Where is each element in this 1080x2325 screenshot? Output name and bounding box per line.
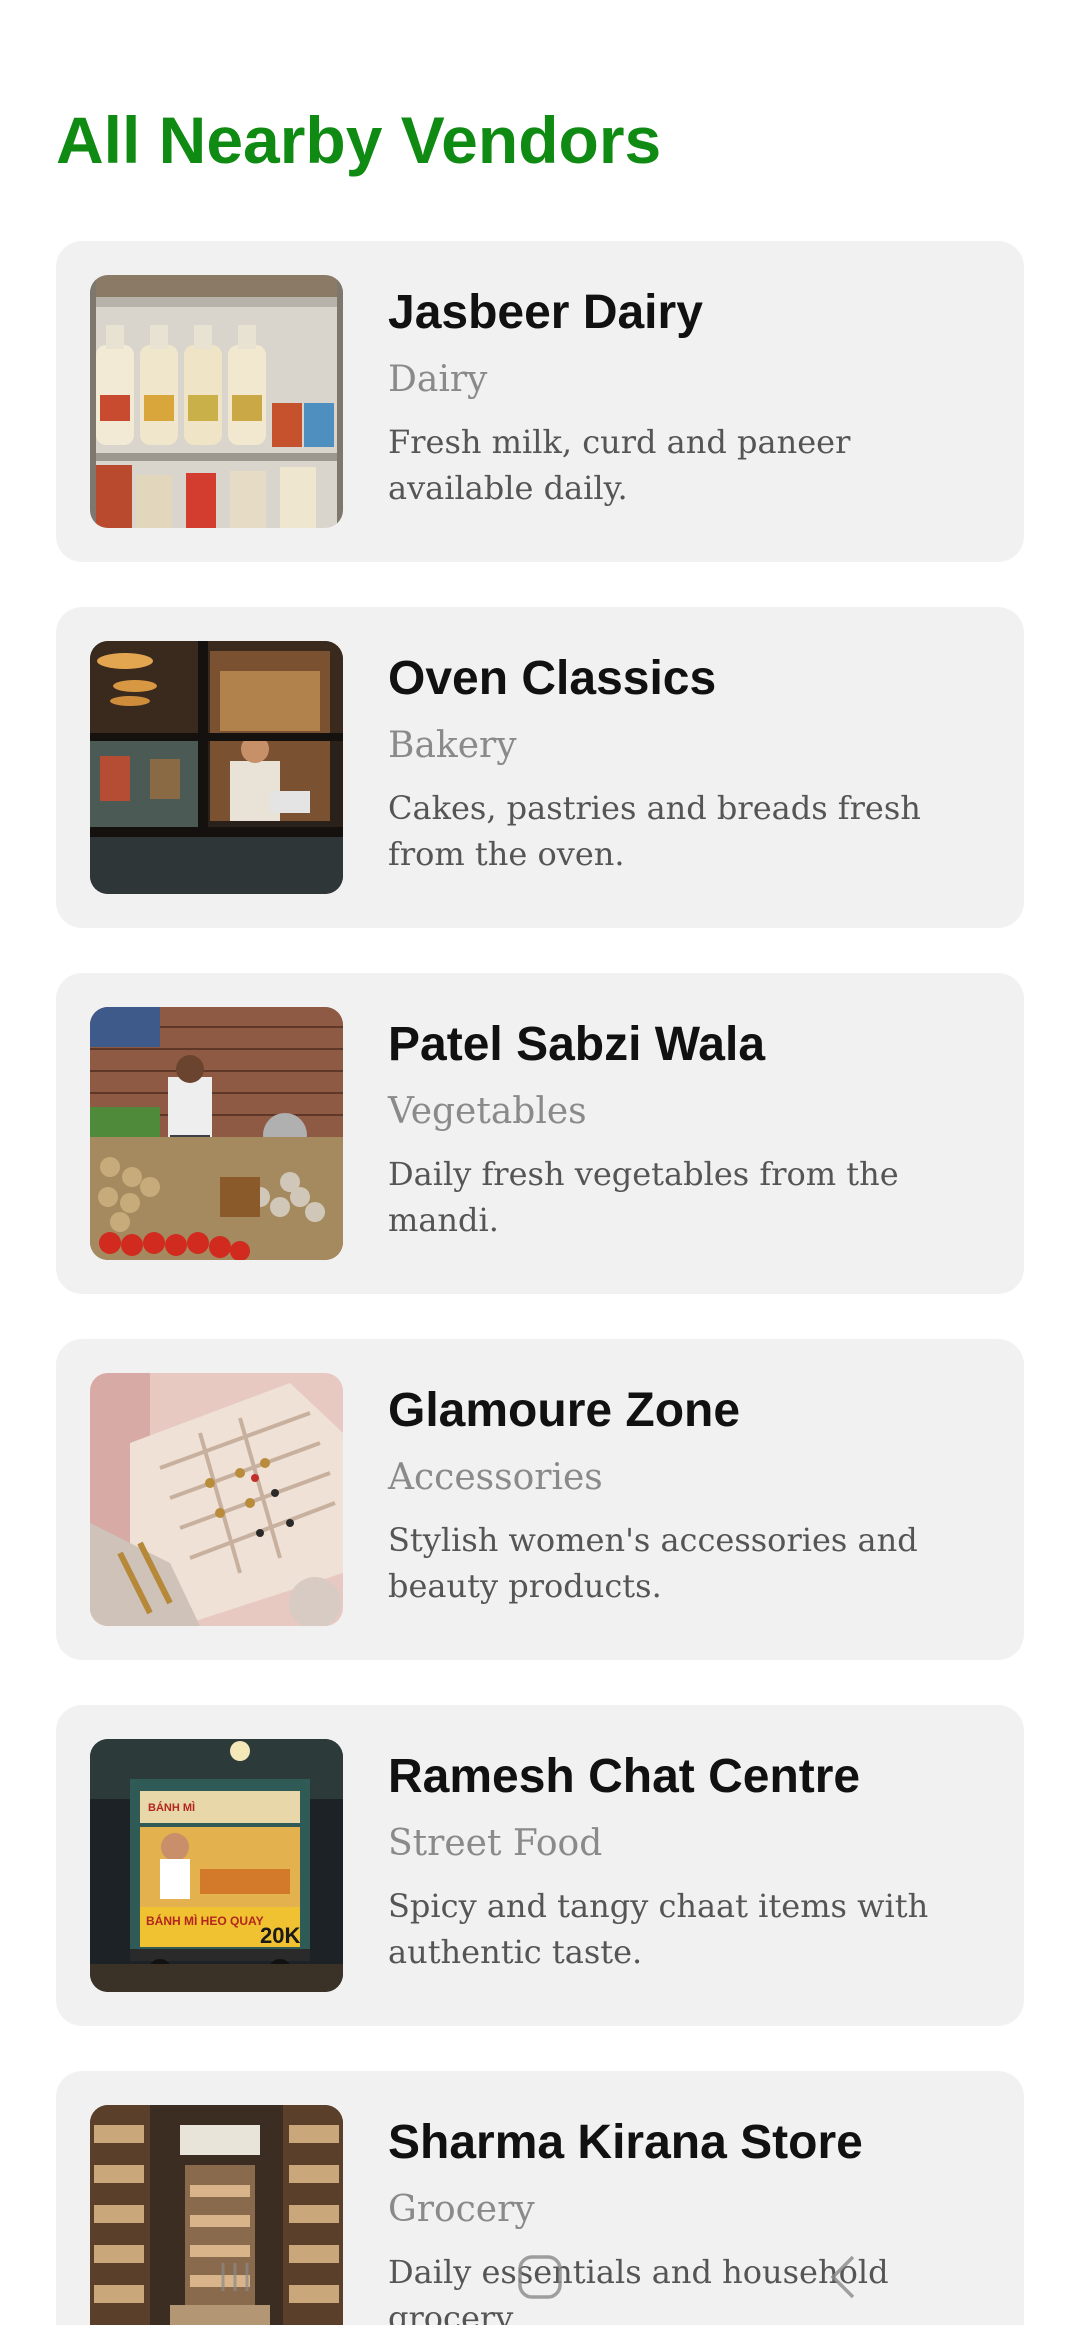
vendor-name: Oven Classics (388, 652, 717, 705)
vendor-image: BÁNH MÌ BÁNH MÌ HEO QUAY 20K (90, 1739, 343, 1992)
vendor-list: Jasbeer Dairy Dairy Fresh milk, curd and… (56, 241, 1024, 2325)
vendor-image (90, 275, 343, 528)
back-icon (830, 2255, 855, 2299)
vendor-card[interactable]: BÁNH MÌ BÁNH MÌ HEO QUAY 20K Ramesh Chat… (56, 1705, 1024, 2026)
street-food-cart-photo: BÁNH MÌ BÁNH MÌ HEO QUAY 20K (90, 1739, 343, 1992)
vendor-description: Daily fresh vegetables from the mandi. (388, 1155, 899, 1239)
svg-text:BÁNH MÌ HEO QUAY: BÁNH MÌ HEO QUAY (146, 1913, 264, 1928)
vendor-name: Jasbeer Dairy (388, 286, 703, 339)
vendor-category: Street Food (388, 1823, 603, 1864)
home-button[interactable] (500, 2237, 580, 2317)
back-button[interactable] (805, 2237, 885, 2317)
vendor-category: Dairy (388, 359, 488, 400)
vendor-card[interactable]: Jasbeer Dairy Dairy Fresh milk, curd and… (56, 241, 1024, 562)
jewelry-box-photo (90, 1373, 343, 1626)
svg-text:20K: 20K (260, 1923, 300, 1948)
home-icon (518, 2255, 562, 2299)
bakery-window-photo (90, 641, 343, 894)
vendor-description: Stylish women's accessories and beauty p… (388, 1521, 918, 1605)
vendor-name: Ramesh Chat Centre (388, 1750, 861, 1803)
vendor-name: Glamoure Zone (388, 1384, 741, 1437)
vendor-image (90, 641, 343, 894)
milk-bottles-photo (90, 275, 343, 528)
vendor-image (90, 1373, 343, 1626)
vendor-info: Patel Sabzi Wala Vegetables Daily fresh … (388, 1015, 994, 1243)
recents-icon (221, 2263, 249, 2291)
vendor-image (90, 1007, 343, 1260)
system-nav-bar (0, 2225, 1080, 2325)
vendor-description: Spicy and tangy chaat items with authent… (388, 1887, 929, 1971)
recents-button[interactable] (195, 2237, 275, 2317)
vendor-info: Jasbeer Dairy Dairy Fresh milk, curd and… (388, 283, 994, 511)
vegetable-stall-photo (90, 1007, 343, 1260)
page-title: All Nearby Vendors (56, 103, 662, 177)
vendor-card[interactable]: Glamoure Zone Accessories Stylish women'… (56, 1339, 1024, 1660)
vendor-info: Oven Classics Bakery Cakes, pastries and… (388, 649, 994, 877)
vendor-description: Fresh milk, curd and paneer available da… (388, 423, 851, 507)
vendor-card[interactable]: Patel Sabzi Wala Vegetables Daily fresh … (56, 973, 1024, 1294)
vendor-info: Glamoure Zone Accessories Stylish women'… (388, 1381, 994, 1609)
vendor-name: Patel Sabzi Wala (388, 1018, 766, 1071)
vendor-category: Bakery (388, 725, 517, 766)
vendor-description: Cakes, pastries and breads fresh from th… (388, 789, 921, 873)
vendor-category: Vegetables (388, 1091, 587, 1132)
vendor-category: Accessories (388, 1457, 603, 1498)
vendor-info: Ramesh Chat Centre Street Food Spicy and… (388, 1747, 994, 1975)
vendor-card[interactable]: Oven Classics Bakery Cakes, pastries and… (56, 607, 1024, 928)
vendor-name: Sharma Kirana Store (388, 2116, 863, 2169)
svg-text:BÁNH MÌ: BÁNH MÌ (148, 1801, 195, 1814)
